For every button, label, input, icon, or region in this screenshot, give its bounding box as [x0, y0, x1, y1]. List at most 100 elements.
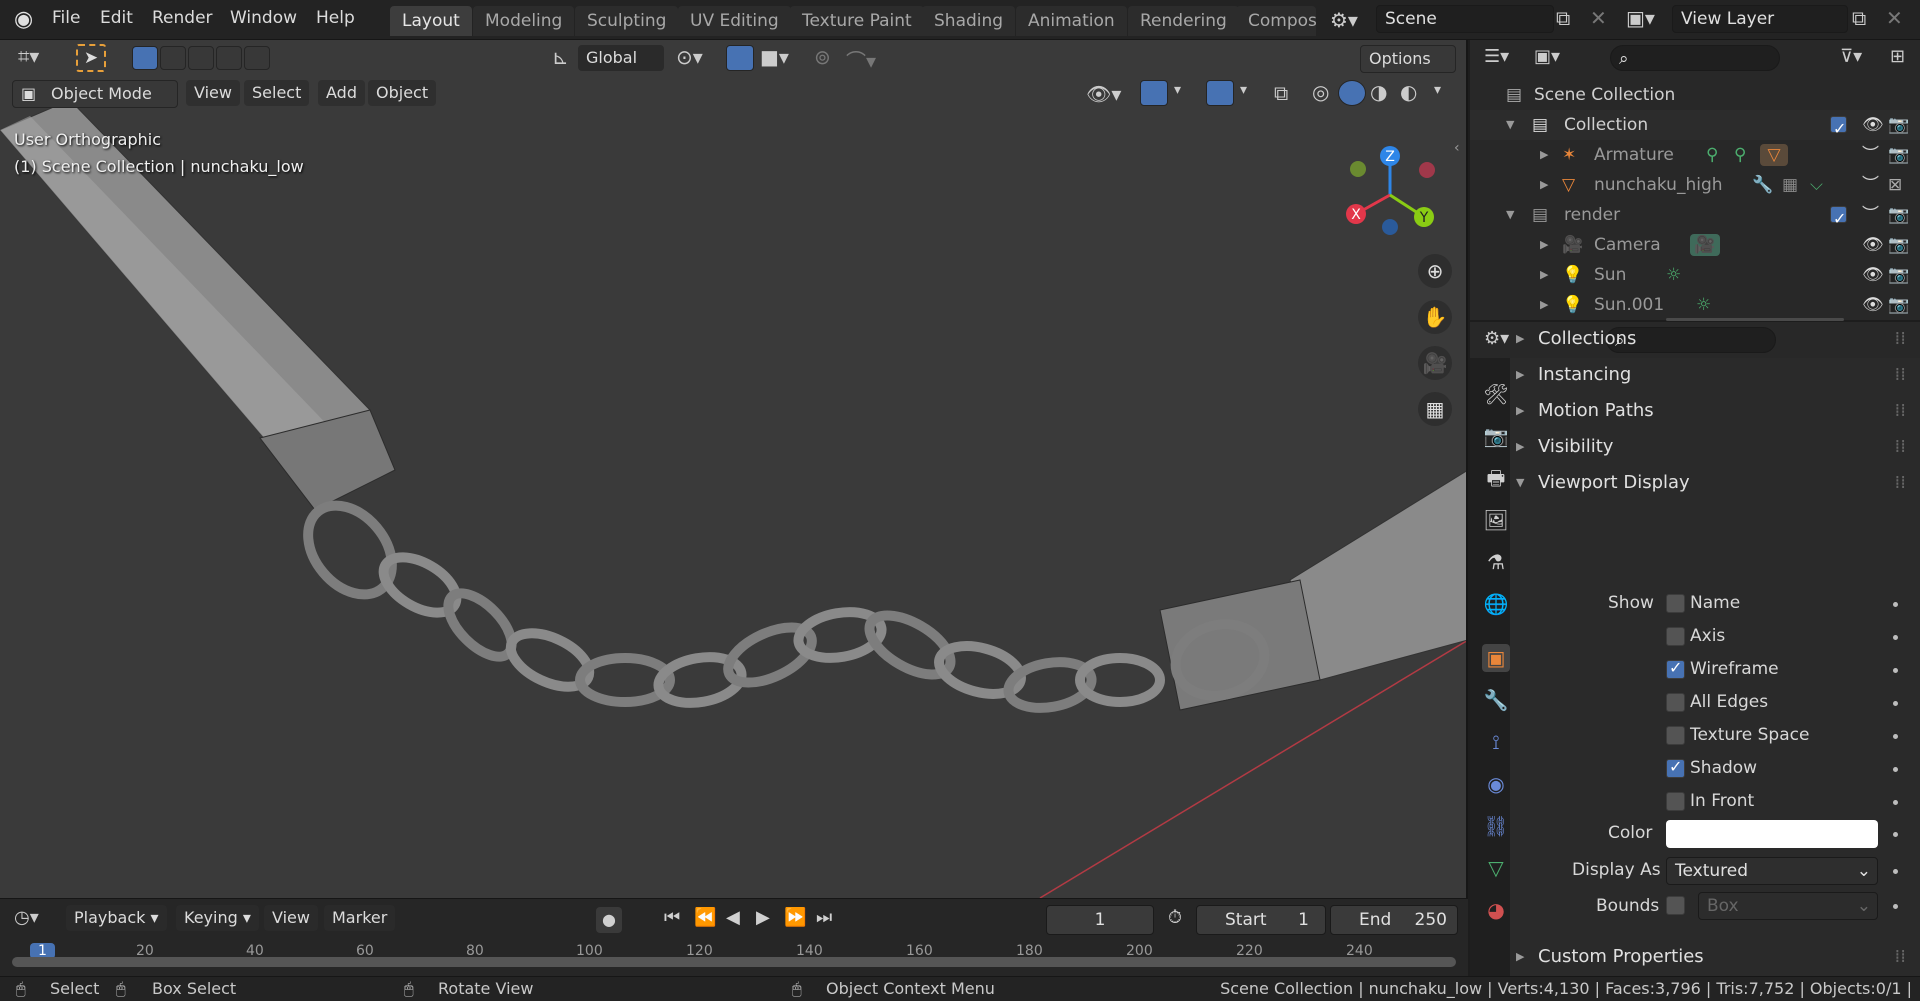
- color-swatch[interactable]: [1666, 820, 1878, 848]
- mesh-data-icon[interactable]: ⌵: [1810, 170, 1823, 200]
- tab-layout[interactable]: Layout: [390, 6, 472, 36]
- new-scene-icon[interactable]: ⧉: [1556, 6, 1570, 30]
- armature-camera-icon[interactable]: 📷: [1888, 140, 1909, 170]
- sun001-data-icon[interactable]: ☼: [1696, 290, 1711, 320]
- expand-sun-icon[interactable]: ▶: [1540, 260, 1548, 290]
- proportional-edit-icon[interactable]: ⊚: [814, 45, 831, 69]
- render-exclude-checkbox[interactable]: [1830, 204, 1847, 234]
- ortho-grid-icon[interactable]: ▦: [1418, 392, 1452, 426]
- start-frame-field[interactable]: Start 1: [1196, 905, 1326, 935]
- new-collection-icon[interactable]: ⊞: [1890, 46, 1905, 67]
- sun001-render-icon[interactable]: 📷: [1888, 290, 1909, 320]
- transform-orientation-dropdown[interactable]: Global: [578, 45, 664, 71]
- view-layer-icon[interactable]: ▣▾: [1626, 6, 1655, 30]
- checkbox-wireframe-row[interactable]: Wireframe: [1666, 656, 1906, 684]
- collection-exclude-checkbox[interactable]: [1830, 114, 1847, 144]
- display-mode-icon[interactable]: ▣▾: [1534, 46, 1560, 67]
- expand-armature-icon[interactable]: ▶: [1540, 140, 1548, 170]
- checkbox-all-edges[interactable]: [1666, 693, 1685, 712]
- shading-material-icon[interactable]: ◑: [1370, 80, 1387, 104]
- checkbox-name-row[interactable]: Name: [1666, 590, 1906, 618]
- drag-handle-icon[interactable]: ⁞⁞: [1895, 322, 1906, 356]
- menu-select[interactable]: Select: [244, 80, 310, 106]
- outliner-row-render[interactable]: ▼ ▤ render ︶ 📷: [1470, 200, 1920, 234]
- jump-start-icon[interactable]: ⏮: [664, 907, 680, 928]
- checkbox-wireframe[interactable]: [1666, 658, 1685, 679]
- gizmo-dropdown-icon[interactable]: ▾: [1174, 82, 1181, 98]
- menu-window[interactable]: Window: [230, 8, 297, 28]
- sun001-eye-icon[interactable]: 👁: [1862, 290, 1884, 320]
- checkbox-shadow-row[interactable]: Shadow: [1666, 755, 1906, 783]
- outliner-row-nunchaku-high[interactable]: ▶ ▽ nunchaku_high 🔧 ▦ ⌵ ︶ ⊠: [1470, 170, 1920, 200]
- tab-texture-paint[interactable]: Texture Paint: [790, 6, 924, 36]
- outliner-row-scene-collection[interactable]: ▤ Scene Collection: [1470, 80, 1920, 110]
- keyframe-dot-icon[interactable]: [1893, 832, 1898, 837]
- tab-compositing[interactable]: Compos: [1236, 6, 1316, 36]
- modifier-wrench-icon[interactable]: 🔧: [1752, 170, 1773, 200]
- panel-custom-properties[interactable]: ▶ Custom Properties ⁞⁞: [1512, 940, 1912, 974]
- xray-icon[interactable]: ⧉: [1274, 81, 1288, 105]
- jump-end-icon[interactable]: ⏭: [816, 907, 832, 928]
- sun-data-icon[interactable]: ☼: [1666, 260, 1681, 290]
- camera-data-icon[interactable]: 🎥: [1690, 234, 1720, 256]
- shading-rendered-icon[interactable]: ◐: [1400, 80, 1417, 104]
- zoom-icon[interactable]: ⊕: [1418, 254, 1452, 288]
- modifier-tab-icon[interactable]: 🔧: [1482, 686, 1510, 714]
- checkbox-axis[interactable]: [1666, 627, 1685, 646]
- outliner-editor-icon[interactable]: ☰▾: [1484, 46, 1509, 67]
- camera-view-icon[interactable]: 🎥: [1418, 346, 1452, 380]
- expand-collection-icon[interactable]: ▼: [1506, 110, 1514, 140]
- collection-camera-icon[interactable]: 📷: [1888, 110, 1909, 140]
- armature-pose-icon[interactable]: ⚲: [1706, 140, 1718, 170]
- tab-sculpting[interactable]: Sculpting: [575, 6, 679, 36]
- 3d-viewport[interactable]: ⌗▾ ➤ ⊾ Global ⊙▾ ■▾ ⊚ ⌒▾ Options ▣ Object…: [0, 40, 1468, 898]
- keyframe-dot-icon[interactable]: [1893, 869, 1898, 874]
- keyframe-dot-icon[interactable]: [1893, 701, 1898, 706]
- menu-keying[interactable]: Keying ▾: [176, 905, 259, 931]
- checkbox-bounds[interactable]: [1666, 896, 1685, 915]
- snap-toggle-icon[interactable]: [726, 45, 754, 71]
- checkbox-texture-space-row[interactable]: Texture Space: [1666, 722, 1906, 750]
- sidebar-toggle-icon[interactable]: ‹: [1454, 140, 1460, 156]
- editor-type-icon[interactable]: ⌗▾: [18, 44, 39, 68]
- expand-camera-icon[interactable]: ▶: [1540, 230, 1548, 260]
- snap-target-icon[interactable]: ■▾: [760, 45, 789, 69]
- outliner-row-sun[interactable]: ▶ 💡 Sun ☼ 👁 📷: [1470, 260, 1920, 290]
- outliner-row-camera[interactable]: ▶ 🎥 Camera 🎥 👁 📷: [1470, 230, 1920, 260]
- panel-visibility[interactable]: ▶ Visibility ⁞⁞: [1512, 430, 1912, 464]
- drag-handle-icon[interactable]: ⁞⁞: [1895, 394, 1906, 428]
- menu-timeline-view[interactable]: View: [264, 905, 318, 931]
- shading-wireframe-icon[interactable]: ◎: [1312, 80, 1329, 104]
- stopwatch-icon[interactable]: ⏱: [1168, 907, 1182, 928]
- end-frame-field[interactable]: End 250: [1330, 905, 1458, 935]
- collection-eye-icon[interactable]: 👁: [1862, 110, 1884, 140]
- checkbox-in-front-row[interactable]: In Front: [1666, 788, 1906, 816]
- proportional-falloff-icon[interactable]: ⌒▾: [846, 45, 876, 74]
- armature-hide-icon[interactable]: ︶: [1862, 140, 1879, 170]
- camera-render-icon[interactable]: 📷: [1888, 230, 1909, 260]
- options-dropdown[interactable]: Options: [1360, 45, 1456, 73]
- menu-marker[interactable]: Marker: [324, 905, 396, 931]
- jump-keyframe-forward-icon[interactable]: ⏩: [784, 907, 806, 928]
- play-icon[interactable]: ▶: [756, 907, 770, 928]
- particles-tab-icon[interactable]: ⟟: [1482, 728, 1510, 756]
- select-mode-extend-icon[interactable]: [160, 46, 186, 70]
- keyframe-dot-icon[interactable]: [1893, 635, 1898, 640]
- sun-eye-icon[interactable]: 👁: [1862, 260, 1884, 290]
- vertex-groups-icon[interactable]: ▦: [1782, 170, 1798, 200]
- drag-handle-icon[interactable]: ⁞⁞: [1895, 466, 1906, 500]
- outliner-search-input[interactable]: ⌕: [1610, 45, 1780, 71]
- checkbox-name[interactable]: [1666, 594, 1685, 613]
- expand-sun001-icon[interactable]: ▶: [1540, 290, 1548, 320]
- world-tab-icon[interactable]: 🌐: [1482, 590, 1510, 618]
- expand-render-icon[interactable]: ▼: [1506, 200, 1514, 230]
- select-mode-invert-icon[interactable]: [216, 46, 242, 70]
- keyframe-dot-icon[interactable]: [1893, 904, 1898, 909]
- drag-handle-icon[interactable]: ⁞⁞: [1895, 358, 1906, 392]
- show-gizmo-icon[interactable]: [1140, 80, 1168, 106]
- menu-render[interactable]: Render: [152, 8, 213, 28]
- scene-selector-icon[interactable]: ⚙▾: [1330, 8, 1358, 32]
- visibility-icon[interactable]: 👁▾: [1086, 82, 1121, 106]
- render-tab-icon[interactable]: 📷: [1482, 422, 1510, 450]
- keyframe-dot-icon[interactable]: [1893, 767, 1898, 772]
